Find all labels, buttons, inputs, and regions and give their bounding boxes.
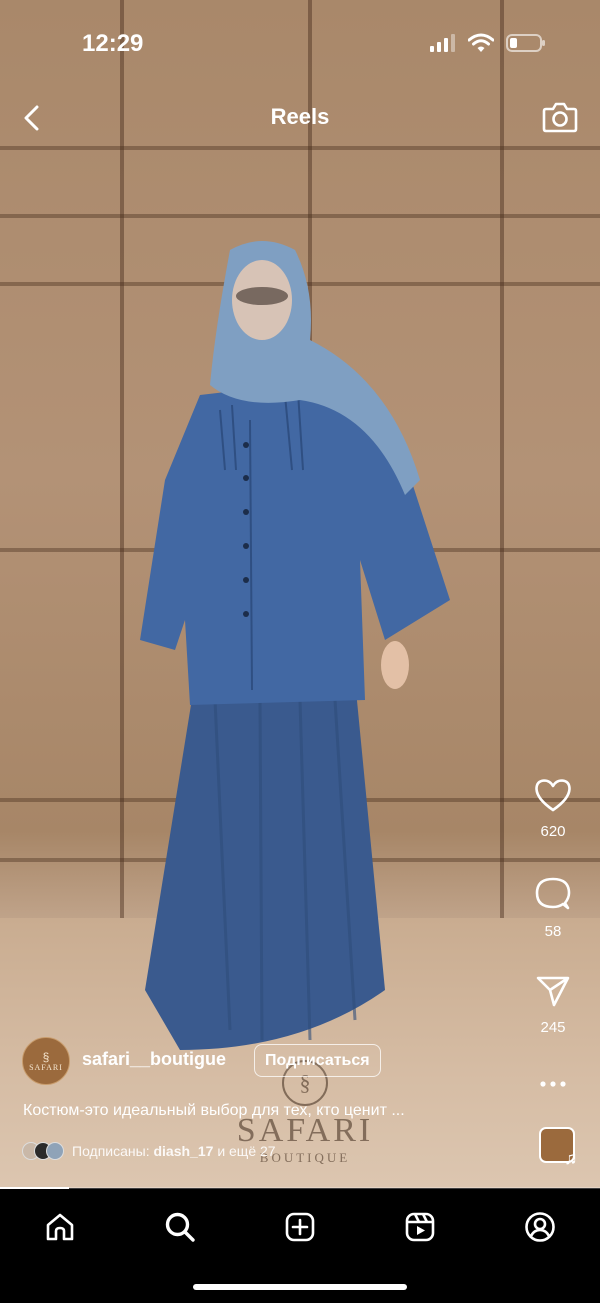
page-title: Reels (270, 104, 330, 129)
profile-icon[interactable] (524, 1211, 556, 1243)
nav-home[interactable] (40, 1207, 80, 1247)
avatar-text: SAFARI (29, 1062, 63, 1072)
wifi-icon (468, 33, 494, 52)
comment-action[interactable]: 58 (528, 876, 578, 940)
followed-by[interactable]: Подписаны: diash_17 и ещё 27 (22, 1142, 276, 1160)
cellular-signal-icon (430, 34, 455, 52)
send-icon[interactable] (535, 974, 571, 1008)
share-action[interactable]: 245 (528, 974, 578, 1036)
like-count: 620 (540, 823, 566, 840)
music-note-icon: ♫ (564, 1148, 578, 1168)
battery-icon (506, 34, 545, 52)
more-icon[interactable] (538, 1072, 568, 1096)
avatar-logo-icon: § (42, 1049, 50, 1064)
share-count: 245 (540, 1019, 566, 1036)
caption[interactable]: Костюм-это идеальный выбор для тех, кто … (23, 1102, 513, 1120)
nav-reels[interactable] (400, 1207, 440, 1247)
followers-names[interactable]: diash_17 (153, 1143, 213, 1159)
avatar[interactable]: § SAFARI (22, 1037, 70, 1085)
nav-profile[interactable] (520, 1207, 560, 1247)
more-action[interactable] (528, 1072, 578, 1101)
create-icon[interactable] (284, 1211, 316, 1243)
home-icon[interactable] (44, 1211, 76, 1243)
status-icons (430, 33, 546, 53)
follower-avatar (46, 1142, 64, 1160)
username[interactable]: safari__boutigue (82, 1049, 226, 1070)
model-figure (140, 241, 450, 1050)
search-icon[interactable] (164, 1211, 196, 1243)
comment-icon[interactable] (535, 876, 571, 912)
followers-suffix: и ещё 27 (217, 1143, 276, 1159)
comment-count: 58 (544, 923, 562, 940)
reel-video[interactable]: § SAFARI BOUTIQUE (0, 0, 600, 1188)
reels-icon[interactable] (404, 1211, 436, 1243)
status-time: 12:29 (82, 30, 144, 57)
nav-create[interactable] (280, 1207, 320, 1247)
followers-prefix: Подписаны: (72, 1143, 150, 1159)
like-action[interactable]: 620 (528, 778, 578, 840)
home-indicator[interactable] (193, 1284, 407, 1290)
camera-icon[interactable] (542, 100, 578, 134)
follow-button[interactable]: Подписаться (254, 1044, 381, 1077)
nav-search[interactable] (160, 1207, 200, 1247)
heart-icon[interactable] (534, 778, 572, 812)
